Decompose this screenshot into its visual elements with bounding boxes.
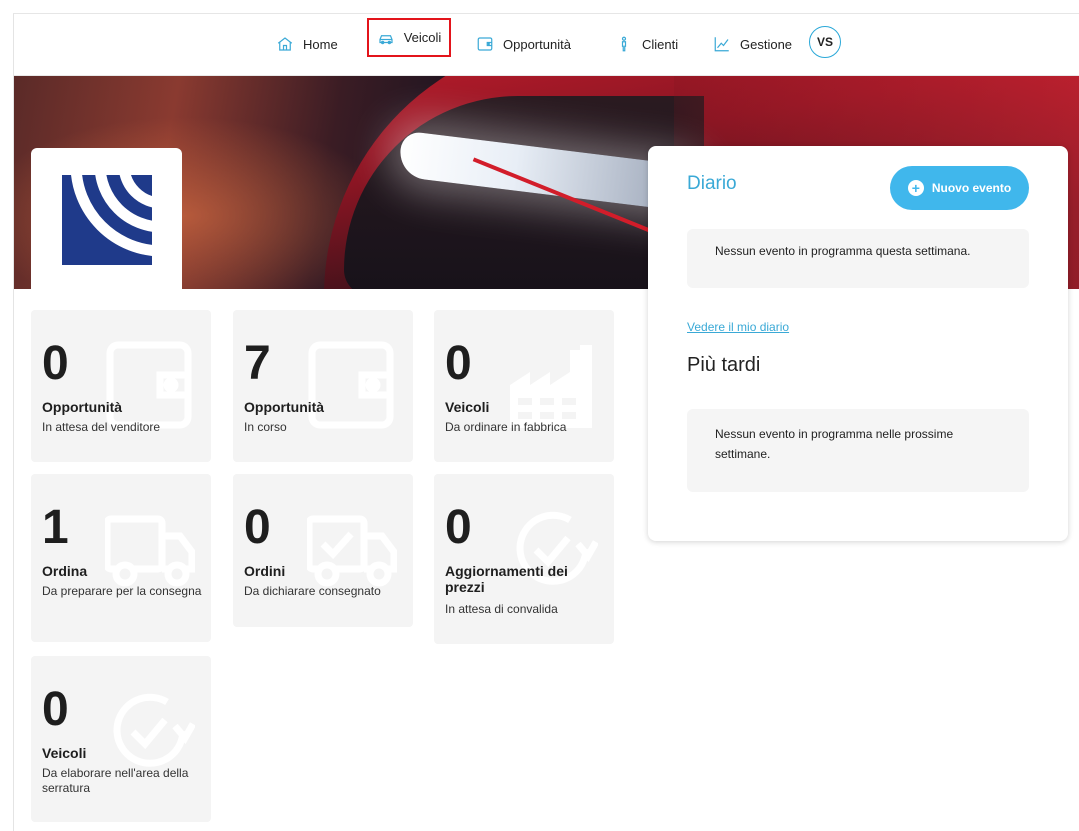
chart-line-icon: [714, 37, 729, 52]
tile-subtitle: Da preparare per la consegna: [42, 584, 202, 598]
nav-item-home[interactable]: Home: [276, 31, 338, 57]
tile-subtitle: In attesa di convalida: [445, 602, 558, 616]
truck-icon: [105, 515, 195, 587]
later-section-title: Più tardi: [687, 354, 761, 376]
tile-title: Ordini: [244, 563, 286, 579]
tile-value: 1: [42, 501, 69, 554]
tile-veicoli-fabbrica[interactable]: 0 Veicoli Da ordinare in fabbrica: [434, 310, 614, 462]
tile-value: 0: [445, 501, 472, 554]
plus-circle-icon: +: [907, 180, 924, 196]
wallet-icon: [477, 37, 493, 51]
diario-title: Diario: [687, 173, 737, 194]
dealer-logo-card: [31, 148, 182, 289]
tile-ordini[interactable]: 0 Ordini Da dichiarare consegnato: [233, 474, 413, 627]
home-icon: [277, 37, 293, 51]
tile-subtitle: Da dichiarare consegnato: [244, 584, 381, 598]
truck-check-icon: [307, 515, 397, 587]
refresh-check-icon: [113, 693, 195, 767]
see-diary-link[interactable]: Vedere il mio diario: [687, 320, 789, 334]
tile-opportunita-attesa[interactable]: 0 Opportunità In attesa del venditore: [31, 310, 211, 462]
tile-value: 7: [244, 337, 271, 390]
tile-subtitle: Da ordinare in fabbrica: [445, 420, 567, 434]
factory-icon: [510, 345, 592, 428]
brand-logo-icon: [62, 175, 152, 265]
tile-subtitle: In corso: [244, 420, 287, 434]
tile-aggiornamenti-prezzi[interactable]: 0 Aggiornamenti dei prezzi In attesa di …: [434, 474, 614, 644]
nav-item-opportunita[interactable]: Opportunità: [476, 31, 571, 57]
nav-label-clienti: Clienti: [642, 36, 679, 52]
wallet-icon: [308, 341, 394, 429]
nav-item-clienti[interactable]: Clienti: [615, 31, 678, 57]
tile-value: 0: [42, 683, 69, 736]
tile-opportunita-corso[interactable]: 7 Opportunità In corso: [233, 310, 413, 462]
tile-title: Opportunità: [42, 399, 123, 415]
tile-value: 0: [445, 337, 472, 390]
nav-label-veicoli: Veicoli: [403, 30, 442, 45]
person-icon: [621, 36, 627, 52]
tile-title: Ordina: [42, 563, 88, 579]
top-navigation: Home Veicoli Opportunità Clienti Gestion…: [14, 14, 1079, 76]
tile-subtitle: In attesa del venditore: [42, 420, 161, 434]
tile-subtitle: Da elaborare nell'area della serratura: [42, 766, 189, 795]
nav-label-opportunita: Opportunità: [503, 36, 571, 52]
car-icon: [379, 34, 393, 44]
nav-item-veicoli[interactable]: Veicoli: [367, 18, 451, 57]
wallet-icon: [106, 341, 192, 429]
diario-panel: Diario + Nuovo evento Nessun evento in p…: [648, 146, 1068, 541]
nav-item-gestione[interactable]: Gestione: [713, 31, 792, 57]
tile-title: Veicoli: [42, 745, 87, 761]
user-avatar[interactable]: VS: [809, 26, 841, 58]
tile-title: Opportunità: [244, 399, 325, 415]
tile-title: Aggiornamenti dei prezzi: [445, 563, 568, 595]
this-week-empty-message: Nessun evento in programma questa settim…: [687, 229, 1029, 288]
tile-veicoli-serratura[interactable]: 0 Veicoli Da elaborare nell'area della s…: [31, 656, 211, 822]
tile-ordina[interactable]: 1 Ordina Da preparare per la consegna: [31, 474, 211, 642]
tile-title: Veicoli: [445, 399, 490, 415]
later-empty-message: Nessun evento in programma nelle prossim…: [687, 409, 1029, 492]
new-event-button[interactable]: + Nuovo evento: [890, 166, 1029, 210]
tile-value: 0: [42, 337, 69, 390]
nav-label-gestione: Gestione: [740, 36, 793, 52]
tile-value: 0: [244, 501, 271, 554]
nav-label-home: Home: [303, 36, 338, 52]
new-event-label: Nuovo evento: [931, 181, 1012, 195]
